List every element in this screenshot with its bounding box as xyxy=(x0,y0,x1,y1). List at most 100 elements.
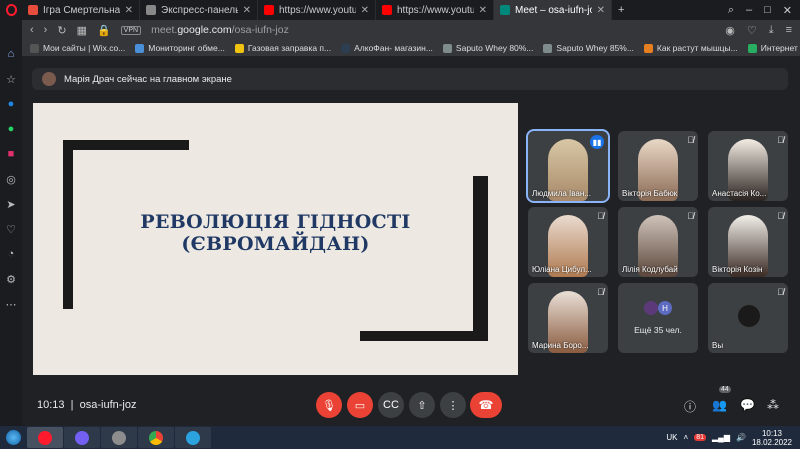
tabs-grid-icon[interactable]: ▦ xyxy=(77,24,87,37)
meet-controls-bar: 10:13 | osa-iufn-joz 🎙 ▭ CC ⇧ ⋮ ☎ ⓘ 👥 44… xyxy=(22,386,800,426)
heart-icon[interactable]: ♡ xyxy=(5,223,17,236)
bookmark-item[interactable]: Saputo Whey 80%... xyxy=(442,43,533,53)
bookmark-favicon-icon xyxy=(135,43,145,53)
bookmark-favicon-icon xyxy=(234,43,244,53)
camera-icon[interactable]: ◉ xyxy=(725,24,735,37)
bookmark-favicon-icon xyxy=(643,43,653,53)
windows-taskbar: UK ˄ 81 ▂▄▆ 🔊 10:13 18.02.2022 xyxy=(0,426,800,449)
star-icon[interactable]: ☆ xyxy=(5,73,17,86)
more-participants-label: Ещё 35 чел. xyxy=(634,325,682,335)
participant-tile[interactable]: 🎙̸ Юліана Цибул... xyxy=(528,207,608,277)
mic-off-icon: 🎙̸ xyxy=(777,135,784,145)
mic-off-icon: 🎙̸ xyxy=(687,211,694,221)
mic-off-icon: 🎙̸ xyxy=(687,135,694,145)
system-tray: UK ˄ 81 ▂▄▆ 🔊 10:13 18.02.2022 xyxy=(666,429,800,447)
menu-icon[interactable]: ≡ xyxy=(786,24,792,37)
volume-icon[interactable]: 🔊 xyxy=(736,433,746,442)
more-icon[interactable]: ⋯ xyxy=(5,298,17,311)
reload-icon[interactable]: ↻ xyxy=(57,24,66,37)
minimize-icon[interactable]: – xyxy=(746,4,752,17)
settings-taskbar-icon[interactable] xyxy=(101,427,137,448)
telegram-taskbar-icon[interactable] xyxy=(175,427,211,448)
slide-title: РЕВОЛЮЦІЯ ГІДНОСТІ (ЄВРОМАЙДАН) xyxy=(140,211,411,255)
language-indicator[interactable]: UK xyxy=(666,433,677,442)
player-icon[interactable]: ◎ xyxy=(5,173,17,186)
self-tile[interactable]: 🎙̸ Вы xyxy=(708,283,788,353)
mic-off-icon: 🎙̸ xyxy=(597,211,604,221)
leave-call-button[interactable]: ☎ xyxy=(470,392,502,418)
slide-corner-decoration xyxy=(473,176,488,341)
slide-corner-decoration xyxy=(360,331,488,341)
notification-badge: 81 xyxy=(694,434,706,441)
chat-icon[interactable]: 💬 xyxy=(740,398,755,412)
close-tab-icon[interactable]: ✕ xyxy=(597,5,605,16)
forward-icon[interactable]: › xyxy=(44,24,48,36)
participant-tile[interactable]: 🎙̸ Вікторія Козін xyxy=(708,207,788,277)
search-tabs-icon[interactable]: ⌕ xyxy=(728,4,734,17)
info-icon[interactable]: ⓘ xyxy=(684,398,696,415)
bookmark-item[interactable]: Мониторинг обме... xyxy=(135,43,225,53)
bookmarks-bar: Мои сайты | Wix.co... Мониторинг обме...… xyxy=(22,40,800,56)
home-icon[interactable]: ⌂ xyxy=(5,48,17,60)
bookmark-favicon-icon xyxy=(442,43,452,53)
bookmark-favicon-icon xyxy=(30,43,39,53)
mic-toggle-button[interactable]: 🎙 xyxy=(316,392,342,418)
clock[interactable]: 10:13 18.02.2022 xyxy=(752,429,792,447)
extensions-icon[interactable]: ⚙ xyxy=(5,273,17,286)
close-tab-icon[interactable]: ✕ xyxy=(479,5,487,16)
messenger-icon[interactable]: ● xyxy=(5,98,17,110)
mic-off-icon: 🎙̸ xyxy=(777,211,784,221)
new-tab-icon[interactable]: + xyxy=(612,4,630,16)
tab-youtube-1[interactable]: https://www.youtube.com/v✕ xyxy=(258,0,376,20)
bookmark-item[interactable]: Мои сайты | Wix.co... xyxy=(30,43,125,53)
bookmark-item[interactable]: АлкоФан- магазин... xyxy=(341,43,433,53)
participant-tile[interactable]: 🎙̸ Марина Боро... xyxy=(528,283,608,353)
tab-meet[interactable]: Meet – osa-iufn-joz ✕ xyxy=(494,0,612,20)
chevron-up-icon[interactable]: ˄ xyxy=(684,433,689,442)
opera-logo-icon[interactable] xyxy=(0,0,22,20)
camera-toggle-button[interactable]: ▭ xyxy=(347,392,373,418)
bookmark-item[interactable]: Как растут мышцы... xyxy=(643,43,738,53)
present-button[interactable]: ⇧ xyxy=(409,392,435,418)
whatsapp-icon[interactable]: ● xyxy=(5,123,17,135)
close-window-icon[interactable]: ✕ xyxy=(783,4,792,17)
send-icon[interactable]: ➤ xyxy=(5,198,17,211)
start-button[interactable] xyxy=(0,426,26,449)
close-tab-icon[interactable]: ✕ xyxy=(361,5,369,16)
avatar xyxy=(738,305,760,327)
network-icon[interactable]: ▂▄▆ xyxy=(712,433,730,442)
bookmark-item[interactable]: Интернет магазин... xyxy=(747,43,800,53)
meet-main: Марія Драч сейчас на главном экране РЕВО… xyxy=(22,56,800,426)
instagram-icon[interactable]: ■ xyxy=(5,148,17,160)
participant-tile[interactable]: 🎙̸ Анастасія Ко... xyxy=(708,131,788,201)
back-icon[interactable]: ‹ xyxy=(30,24,34,36)
bookmark-item[interactable]: Газовая заправка п... xyxy=(234,43,331,53)
opera-taskbar-icon[interactable] xyxy=(27,427,63,448)
address-bar: ‹ › ↻ ▦ 🔒 VPN meet.google.com/osa-iufn-j… xyxy=(22,20,800,40)
vpn-badge[interactable]: VPN xyxy=(120,25,142,35)
close-tab-icon[interactable]: ✕ xyxy=(125,5,133,16)
participant-tile[interactable]: ▮▮ Людмила Іван... xyxy=(526,129,610,203)
participant-tile[interactable]: 🎙̸ Лілія Кодлубай xyxy=(618,207,698,277)
captions-button[interactable]: CC xyxy=(378,392,404,418)
tab-game[interactable]: Ігра Смертельна гонка он✕ xyxy=(22,0,140,20)
maximize-icon[interactable]: □ xyxy=(764,4,771,17)
participant-tile[interactable]: 🎙̸ Вікторія Бабюк xyxy=(618,131,698,201)
people-icon[interactable]: 👥 xyxy=(712,398,727,412)
bookmark-item[interactable]: Saputo Whey 85%... xyxy=(543,43,634,53)
heart-icon[interactable]: ♡ xyxy=(747,24,757,37)
viber-taskbar-icon[interactable] xyxy=(64,427,100,448)
more-participants-tile[interactable]: H Ещё 35 чел. xyxy=(618,283,698,353)
activities-icon[interactable]: ⁂ xyxy=(767,398,779,412)
url-field[interactable]: meet.google.com/osa-iufn-joz xyxy=(151,24,289,36)
bookmark-favicon-icon xyxy=(543,43,553,53)
tab-speed-dial[interactable]: Экспресс-панель ✕ xyxy=(140,0,258,20)
close-tab-icon[interactable]: ✕ xyxy=(243,5,251,16)
history-icon[interactable]: ◔ xyxy=(5,248,17,260)
more-options-button[interactable]: ⋮ xyxy=(440,392,466,418)
slide-corner-decoration xyxy=(63,140,189,150)
youtube-icon xyxy=(264,5,274,15)
chrome-taskbar-icon[interactable] xyxy=(138,427,174,448)
tab-youtube-2[interactable]: https://www.youtube.com/v✕ xyxy=(376,0,494,20)
download-icon[interactable]: ⤓ xyxy=(769,24,774,37)
